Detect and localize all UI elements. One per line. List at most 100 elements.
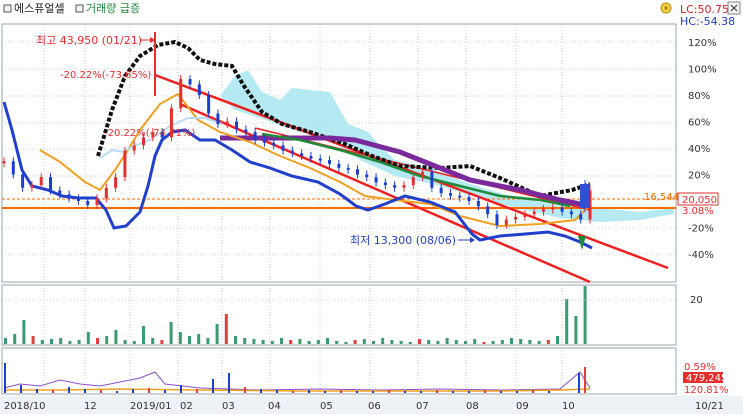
indicator-value-2: 120.81% [684,385,729,396]
indicator-bar [420,391,422,393]
indicator-bar [468,391,470,393]
indicator-bar [308,390,310,393]
volume-bar [234,336,237,344]
indicator-bar [584,367,586,393]
volume-bar [482,342,486,344]
close-icon[interactable] [727,1,741,15]
indicator-bar [180,385,182,393]
x-tick-label: 02 [180,401,193,412]
x-tick-label: 08 [466,401,479,412]
x-tick-label: 10/21 [695,401,724,412]
volume-bar [77,340,81,344]
candle-body [253,132,257,141]
price-panel [1,23,677,283]
y-tick-label: 80% [688,91,710,102]
candle-body [207,95,211,114]
volume-bar [261,340,265,344]
candle-body [421,171,425,178]
volume-bar [114,330,118,344]
indicator-bar [132,389,134,393]
candle-body [11,161,15,175]
volume-bar [298,339,302,344]
volume-bar [528,340,532,344]
indicator-bar [36,389,38,393]
indicator-bar [148,388,150,393]
volume-bar [491,341,495,344]
candle-body [318,158,322,161]
candle-body [411,177,415,186]
hc-label: HC:-54.38 [680,15,735,28]
volume-bar [510,338,513,344]
indicator-bar [516,391,518,393]
x-tick-label: 07 [416,401,429,412]
candle-body [328,159,332,164]
candle-body [76,198,80,201]
volume-bar [500,340,504,344]
candle-body [114,177,118,188]
candle-body [467,197,471,201]
y-tick-label: -20% [688,224,714,235]
gear-icon[interactable] [660,2,672,14]
stock-name: 에스퓨얼셀 [14,1,65,15]
stock-chart: 에스퓨얼셀 거래량 급증 LC:50.75 HC:-54.38 최고 43,95… [0,0,743,414]
x-tick-label: 06 [368,401,381,412]
candle-body [309,155,313,159]
indicator-bar [452,391,454,393]
candle-body [569,211,573,215]
indicator-bar [52,390,54,393]
indicator-bar [20,385,22,393]
indicator-bar [340,390,342,393]
indicator-bar [212,379,214,393]
candle-body [67,194,71,199]
volume-bar [307,341,311,344]
volume-bar [335,341,339,344]
volume-bar [381,338,385,344]
candle-body [197,84,201,95]
volume-bar [252,339,256,344]
volume-bar [546,340,550,344]
y-tick-label: 60% [688,118,710,129]
indicator-bar [244,387,246,393]
indicator-bar [116,391,118,393]
volume-bar [197,334,201,344]
candle-body [504,219,508,225]
candle-body [58,190,62,195]
volume-bar [565,299,569,344]
volume-bar [13,334,17,344]
volume-bar [464,341,467,344]
stock-checkbox[interactable] [3,4,12,13]
candle-body [393,185,397,188]
volume-bar [169,322,173,344]
volume-bar [390,340,394,344]
volume-bar [178,332,182,344]
candle-body [476,201,480,207]
candle-body [355,169,359,175]
indicator-bar [292,391,294,393]
volume-bar [427,340,431,344]
candle-body [300,153,304,156]
level-price-tag: 16,544 [644,192,679,203]
indicator-tick-label: 0.59% [684,362,716,373]
volume-bar [326,338,329,344]
volume-bar [68,341,72,344]
volume-bar [132,341,136,344]
legend-checkbox[interactable] [75,4,84,13]
indicator-bar [4,363,6,393]
candle-body [365,174,369,178]
volume-bar [399,341,403,344]
indicator-bar [68,387,70,393]
candle-body [86,201,90,205]
candle-body [374,177,378,183]
candle-body [402,185,406,188]
drop-annotation-2: -20.22%(-74.71%) [104,128,195,139]
candle-body [439,187,443,194]
indicator-bar [372,391,374,393]
indicator-bar [356,391,358,393]
indicator-bar [84,389,86,393]
candle-body [551,207,555,210]
candle-body [235,121,239,130]
y-tick-label: 120% [688,38,717,49]
indicator-value-1: 479,245 [686,373,727,384]
candle-body [49,177,53,191]
y-tick-label: 100% [688,65,717,76]
